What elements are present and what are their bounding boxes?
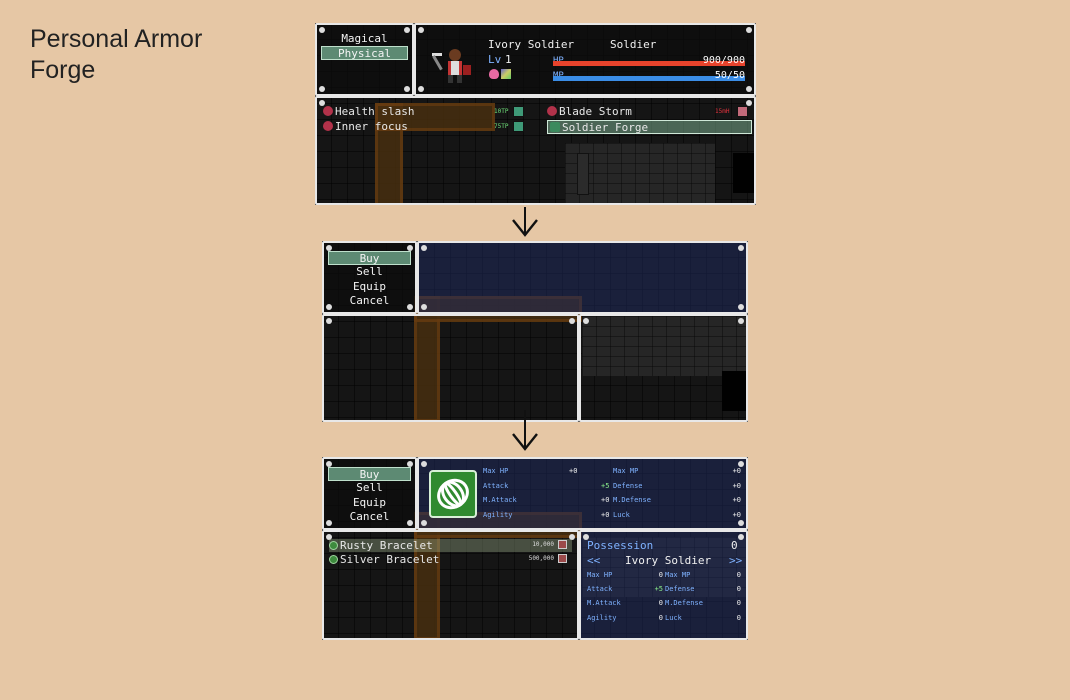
item-price: 500,000 — [528, 555, 554, 562]
stat-label: Agility — [587, 614, 617, 622]
stat-value: 0 — [658, 571, 663, 579]
bracelet-icon — [429, 470, 477, 518]
tp-icon — [513, 121, 524, 132]
skill-cost: 15mH — [715, 108, 730, 115]
state-buff-icon — [501, 69, 511, 79]
level-label: Lv — [488, 53, 502, 66]
skill-health-slash[interactable]: Health slash — [323, 105, 523, 119]
skill-type-window: Magical Physical — [315, 23, 414, 96]
skill-cost: 75TP — [494, 123, 509, 130]
shop-help-window — [417, 241, 748, 314]
shop-status-window — [579, 314, 748, 422]
skill-icon — [323, 106, 333, 116]
skill-soldier-forge[interactable]: Soldier Forge — [547, 120, 752, 134]
arrow-down-icon — [512, 219, 538, 237]
stat-value: 0 — [736, 614, 741, 622]
prev-actor-button[interactable]: << — [587, 554, 600, 568]
stat-label: Attack — [587, 585, 613, 593]
item-price: 10,000 — [532, 541, 554, 548]
shop-command-window: Buy Sell Equip Cancel — [322, 457, 417, 530]
possession-value: 0 — [731, 539, 738, 552]
shop-buy-list-window: Rusty Bracelet 10,000 Silver Bracelet 50… — [322, 530, 579, 640]
bracelet-icon — [329, 541, 338, 550]
skill-inner-focus[interactable]: Inner focus — [323, 120, 523, 134]
possession-label: Possession — [587, 539, 654, 552]
cost-icon — [737, 106, 748, 117]
soldier-sprite — [432, 49, 471, 83]
stat-value: +0 — [569, 467, 578, 475]
actor-name: Ivory Soldier — [488, 38, 575, 51]
hammer-icon — [550, 122, 560, 132]
cancel-command[interactable]: Cancel — [328, 510, 411, 524]
skill-list-window: Health slash 10TP Inner focus 75TP Blade… — [315, 96, 756, 205]
item-preview-window: Max HP +0 Max MP +0 Attack +5 Defense +0… — [417, 457, 748, 530]
stat-value: 0 — [736, 585, 741, 593]
shop-command-window: Buy Sell Equip Cancel — [322, 241, 417, 314]
stat-value: 0 — [658, 599, 663, 607]
shop-buy-list-window — [322, 314, 579, 422]
shop-screen-2: Buy Sell Equip Cancel Max HP +0 Max MP +… — [322, 457, 748, 640]
stat-label: Agility — [483, 511, 513, 519]
stat-label: Defense — [613, 482, 643, 490]
sell-command[interactable]: Sell — [328, 481, 411, 495]
cancel-command[interactable]: Cancel — [328, 294, 411, 308]
mp-value: 50/50 — [714, 70, 745, 81]
stat-label: M.Attack — [483, 496, 517, 504]
buy-command[interactable]: Buy — [328, 251, 411, 265]
equip-command[interactable]: Equip — [328, 280, 411, 294]
page-title: Personal Armor Forge — [30, 25, 203, 84]
stat-value: 0 — [736, 571, 741, 579]
battle-screen: Magical Physical Ivory Soldier Soldier L… — [315, 23, 756, 205]
stat-label: Attack — [483, 482, 509, 490]
stat-label: Max HP — [483, 467, 509, 475]
skill-icon — [547, 106, 557, 116]
stat-label: M.Attack — [587, 599, 621, 607]
shop-icon — [558, 540, 567, 549]
stat-value: +0 — [732, 496, 741, 504]
stat-value: +0 — [732, 511, 741, 519]
shop-status-window: Possession 0 << Ivory Soldier >> Max HP … — [579, 530, 748, 640]
shop-icon — [558, 554, 567, 563]
stat-value: 0 — [658, 614, 663, 622]
skill-cost: 10TP — [494, 108, 509, 115]
stat-value: +0 — [732, 467, 741, 475]
actor-class: Soldier — [610, 38, 657, 51]
tp-icon — [513, 106, 524, 117]
next-actor-button[interactable]: >> — [729, 554, 742, 568]
actor-name: Ivory Soldier — [625, 554, 712, 567]
skill-type-physical[interactable]: Physical — [321, 46, 408, 60]
sell-command[interactable]: Sell — [328, 265, 411, 279]
stat-label: Defense — [665, 585, 695, 593]
skill-type-magical[interactable]: Magical — [321, 32, 408, 46]
equip-command[interactable]: Equip — [328, 496, 411, 510]
stat-label: Luck — [665, 614, 682, 622]
bracelet-icon — [329, 555, 338, 564]
stat-label: Max HP — [587, 571, 613, 579]
actor-status-window: Ivory Soldier Soldier Lv 1 HP 900/900 MP… — [414, 23, 756, 96]
level-value: 1 — [505, 53, 512, 66]
state-heart-icon — [489, 69, 499, 79]
hp-value: 900/900 — [702, 55, 745, 66]
stat-value: +5 — [654, 585, 663, 593]
shop-screen-1: Buy Sell Equip Cancel — [322, 241, 748, 422]
stat-label: Max MP — [665, 571, 691, 579]
buy-command[interactable]: Buy — [328, 467, 411, 481]
stat-label: M.Defense — [613, 496, 651, 504]
skill-icon — [323, 121, 333, 131]
stat-value: +0 — [732, 482, 741, 490]
stat-label: M.Defense — [665, 599, 703, 607]
arrow-down-icon — [512, 433, 538, 451]
stat-label: Max MP — [613, 467, 639, 475]
stat-label: Luck — [613, 511, 630, 519]
stat-value: 0 — [736, 599, 741, 607]
